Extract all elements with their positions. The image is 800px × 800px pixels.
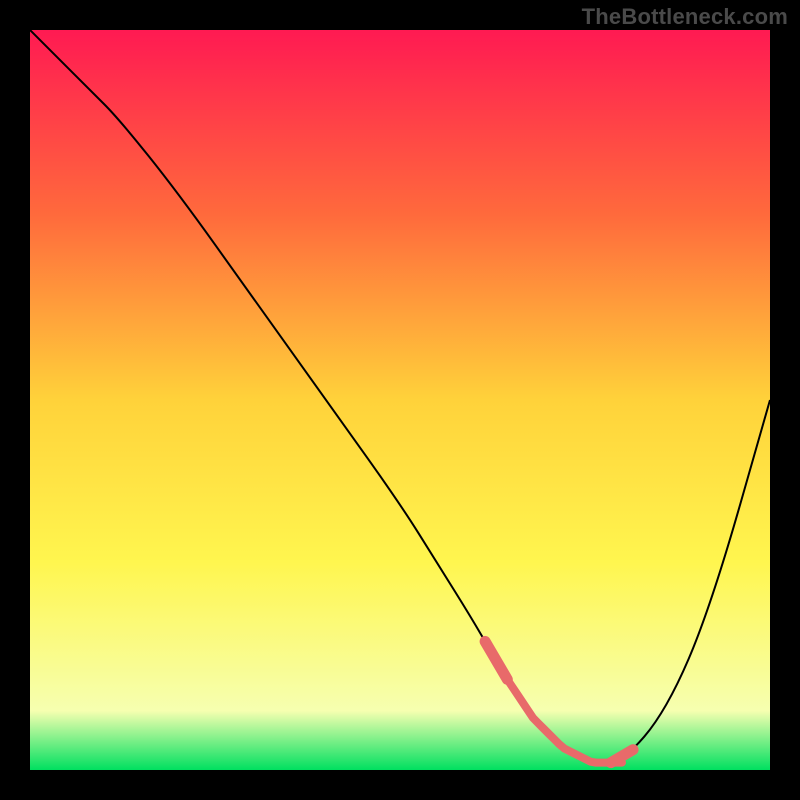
chart-svg — [30, 30, 770, 770]
watermark-text: TheBottleneck.com — [582, 4, 788, 30]
chart-frame: TheBottleneck.com — [0, 0, 800, 800]
chart-background — [30, 30, 770, 770]
plot-area — [30, 30, 770, 770]
